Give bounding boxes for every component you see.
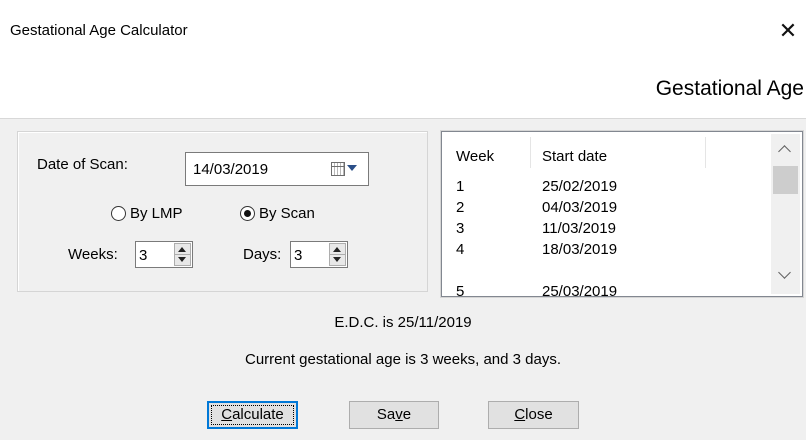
date-of-scan-picker[interactable]: 14/03/2019 — [185, 152, 369, 186]
table-row[interactable]: 5 25/03/2019 — [442, 283, 770, 297]
scroll-thumb[interactable] — [773, 166, 798, 194]
weeks-list-scrollbar[interactable] — [771, 134, 800, 294]
start-date-cell: 25/02/2019 — [542, 178, 618, 195]
week-cell: 1 — [456, 178, 465, 195]
weeks-label: Weeks: — [68, 246, 118, 263]
start-date-cell: 11/03/2019 — [542, 220, 616, 237]
scroll-down-icon[interactable] — [778, 266, 791, 279]
week-cell: 4 — [456, 241, 465, 258]
save-button[interactable]: Save — [349, 401, 439, 429]
radio-by-scan-label[interactable]: By Scan — [259, 205, 315, 222]
current-age-text: Current gestational age is 3 weeks, and … — [244, 351, 562, 368]
calculate-button[interactable]: Calculate — [207, 401, 298, 429]
days-value[interactable]: 3 — [294, 247, 302, 264]
window-title: Gestational Age Calculator — [10, 22, 188, 39]
weeks-list[interactable]: Week Start date 1 25/02/2019 2 04/03/201… — [441, 131, 803, 297]
week-cell: 2 — [456, 199, 465, 216]
chevron-down-icon[interactable] — [347, 165, 357, 171]
close-button[interactable]: Close — [488, 401, 579, 429]
start-date-cell: 04/03/2019 — [542, 199, 618, 216]
table-row[interactable]: 1 25/02/2019 — [442, 178, 770, 199]
edc-text: E.D.C. is 25/11/2019 — [334, 314, 472, 331]
radio-by-lmp[interactable] — [111, 206, 126, 221]
column-header-start-date[interactable]: Start date — [542, 148, 607, 165]
days-label: Days: — [243, 246, 282, 263]
table-row[interactable]: 4 18/03/2019 — [442, 241, 770, 262]
column-header-week[interactable]: Week — [456, 148, 494, 165]
header-banner: Gestational Age — [0, 63, 806, 119]
days-stepper[interactable]: 3 — [290, 241, 348, 268]
radio-by-scan[interactable] — [240, 206, 255, 221]
table-row[interactable]: 2 04/03/2019 — [442, 199, 770, 220]
date-of-scan-value: 14/03/2019 — [193, 161, 269, 178]
title-bar: Gestational Age Calculator ✕ — [0, 0, 806, 63]
weeks-stepper[interactable]: 3 — [135, 241, 193, 268]
banner-title: Gestational Age — [655, 77, 804, 100]
calendar-icon[interactable] — [331, 162, 345, 176]
start-date-cell: 25/03/2019 — [542, 283, 618, 297]
week-cell: 5 — [456, 283, 465, 297]
weeks-spin-buttons[interactable] — [174, 243, 191, 266]
close-icon[interactable]: ✕ — [770, 13, 806, 49]
weeks-list-header: Week Start date — [442, 132, 770, 168]
date-of-scan-label: Date of Scan: — [37, 156, 128, 173]
scroll-up-icon[interactable] — [778, 145, 791, 158]
weeks-value[interactable]: 3 — [139, 247, 147, 264]
table-row[interactable]: 3 11/03/2019 — [442, 220, 770, 241]
days-spin-buttons[interactable] — [329, 243, 346, 266]
radio-by-lmp-label[interactable]: By LMP — [130, 205, 183, 222]
start-date-cell: 18/03/2019 — [542, 241, 618, 258]
week-cell: 3 — [456, 220, 465, 237]
